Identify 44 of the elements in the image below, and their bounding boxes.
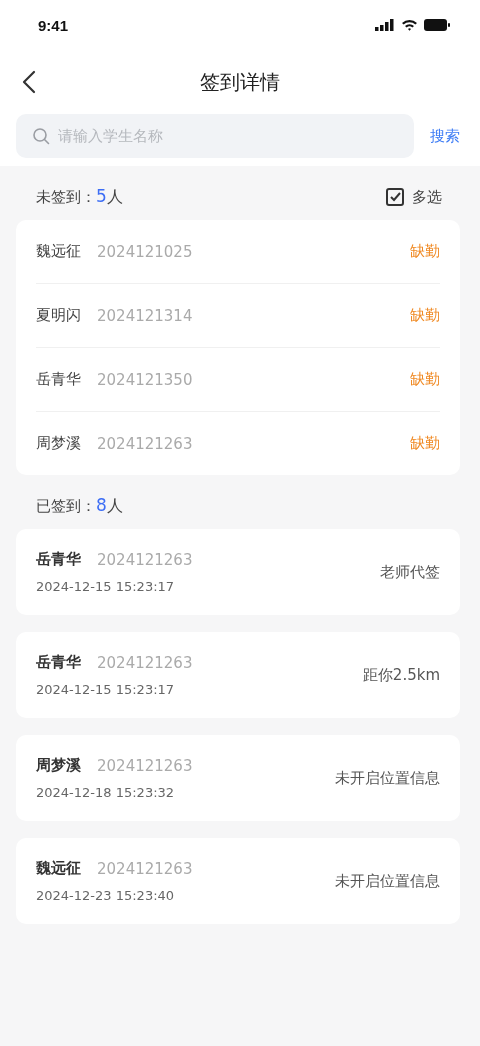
- student-id: 2024121025: [97, 242, 194, 261]
- absent-count: 5: [96, 186, 107, 206]
- student-name: 岳青华: [36, 653, 81, 672]
- wifi-icon: [401, 19, 418, 31]
- absence-status: 缺勤: [410, 434, 440, 453]
- count-unit: 人: [106, 496, 123, 517]
- checkin-time: 2024-12-15 15:23:17: [36, 579, 176, 594]
- search-field[interactable]: 请输入学生名称: [16, 114, 414, 158]
- checkin-note: 未开启位置信息: [335, 768, 440, 788]
- student-name: 岳青华: [36, 550, 81, 569]
- student-name: 周梦溪: [36, 434, 81, 453]
- search-button[interactable]: 搜索: [430, 126, 460, 146]
- multi-select-button[interactable]: 多选: [386, 187, 442, 207]
- battery-icon: [424, 19, 450, 31]
- count-unit: 人: [106, 187, 123, 208]
- checkin-note: 距你2.5km: [362, 665, 440, 685]
- student-name: 周梦溪: [36, 756, 81, 775]
- student-id: 2024121263: [97, 859, 194, 878]
- checkbox-icon: [386, 188, 404, 206]
- student-id: 2024121263: [97, 756, 194, 775]
- search-icon: [32, 127, 50, 145]
- checkin-time: 2024-12-23 15:23:40: [36, 888, 176, 903]
- student-name: 魏远征: [36, 859, 81, 878]
- absence-status: 缺勤: [410, 306, 440, 325]
- checkin-time: 2024-12-15 15:23:17: [36, 682, 176, 697]
- section-label: 已签到：: [36, 497, 96, 516]
- student-name: 岳青华: [36, 370, 81, 389]
- status-time: 9:41: [38, 16, 69, 34]
- checkin-note: 未开启位置信息: [335, 871, 440, 891]
- checkin-note: 老师代签: [380, 562, 440, 582]
- signal-icon: [375, 19, 395, 31]
- student-id: 2024121263: [97, 434, 194, 453]
- section-label: 未签到：: [36, 188, 96, 207]
- absence-status: 缺勤: [410, 370, 440, 389]
- student-name: 夏明闪: [36, 306, 81, 325]
- student-id: 2024121263: [97, 550, 194, 569]
- page-title: 签到详情: [200, 68, 280, 96]
- student-id: 2024121350: [97, 370, 194, 389]
- student-id: 2024121263: [97, 653, 194, 672]
- absence-status: 缺勤: [410, 242, 440, 261]
- student-name: 魏远征: [36, 242, 81, 261]
- present-count: 8: [96, 495, 107, 515]
- student-id: 2024121314: [97, 306, 194, 325]
- checkin-time: 2024-12-18 15:23:32: [36, 785, 176, 800]
